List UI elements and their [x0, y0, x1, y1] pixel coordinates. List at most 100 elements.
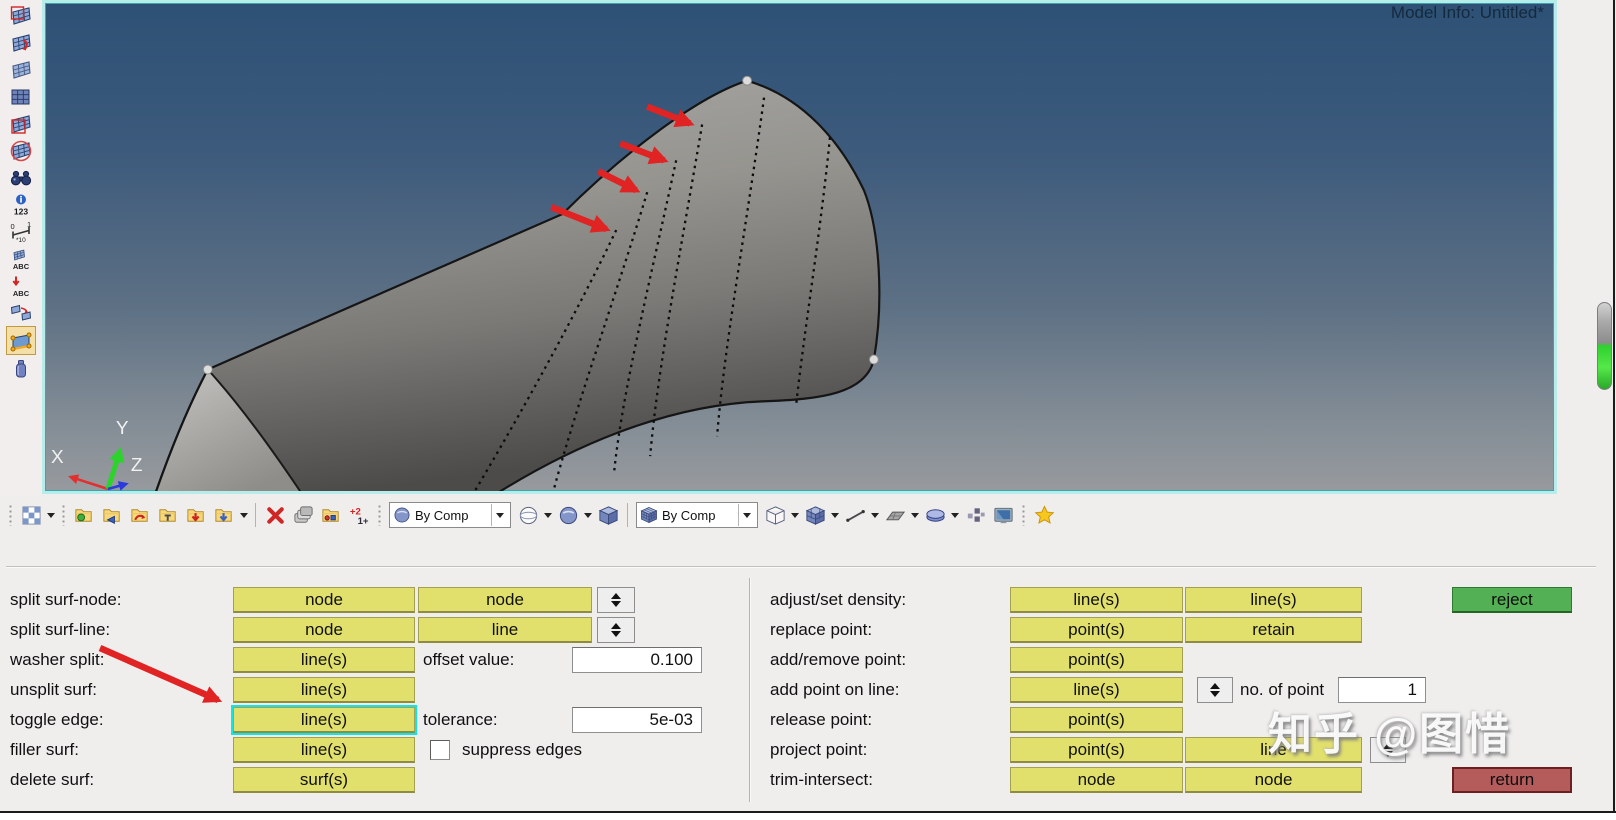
organize-icon[interactable]	[318, 502, 344, 528]
skin-surface-icon[interactable]	[6, 56, 36, 83]
save-as-icon[interactable]	[211, 502, 237, 528]
map-surfaces-icon[interactable]	[6, 299, 36, 326]
arrange-windows-icon[interactable]	[962, 502, 988, 528]
row-label: trim-intersect:	[770, 770, 873, 789]
label-grid-icon[interactable]: ABC	[6, 245, 36, 272]
trim-intersect-entity1-button[interactable]: node	[1010, 767, 1183, 793]
row-label: delete surf:	[10, 770, 95, 789]
window-margin-bottom	[0, 813, 1616, 820]
row-label: filler surf:	[10, 740, 79, 759]
renumber-icon[interactable]: +2 1+	[346, 502, 372, 528]
toolbar-grip[interactable]	[61, 504, 66, 526]
filler-surf-entity-button[interactable]: line(s)	[233, 737, 415, 763]
split-surf-node-entity2-button[interactable]: node	[418, 587, 592, 613]
split-surf-line-entity1-button[interactable]: node	[233, 617, 415, 643]
axis-z-label: Z	[131, 455, 143, 476]
model-scene: X Y Z	[51, 75, 881, 491]
favorites-star-icon[interactable]	[1031, 502, 1057, 528]
tolerance-input[interactable]: 5e-03	[572, 707, 702, 733]
assembly-dropdown-caret[interactable]	[831, 512, 839, 518]
file-dropdown-caret[interactable]	[240, 512, 248, 518]
save-icon[interactable]	[183, 502, 209, 528]
line-tool-icon[interactable]	[842, 502, 868, 528]
line-dropdown-caret[interactable]	[871, 512, 879, 518]
surface-create-icon[interactable]	[6, 29, 36, 56]
wirecube-dropdown-caret[interactable]	[791, 512, 799, 518]
toolbar-grip[interactable]	[1021, 504, 1026, 526]
replace-point-retain-button[interactable]: retain	[1185, 617, 1362, 643]
offset-value-input[interactable]: 0.100	[572, 647, 702, 673]
svg-text:0: 0	[11, 222, 15, 231]
shaded-dropdown-caret[interactable]	[584, 512, 592, 518]
adjust-density-entity1-button[interactable]: line(s)	[1010, 587, 1183, 613]
delete-icon[interactable]	[262, 502, 288, 528]
open-model-icon[interactable]	[71, 502, 97, 528]
project-point-entity1-button[interactable]: point(s)	[1010, 737, 1183, 763]
trim-intersect-entity2-button[interactable]: node	[1185, 767, 1362, 793]
selector-dropdown-caret[interactable]	[47, 512, 55, 518]
numbers-icon[interactable]: 123	[6, 191, 36, 218]
shaded-sphere-icon	[394, 507, 410, 523]
disc-dropdown-caret[interactable]	[951, 512, 959, 518]
surface-edit-frame-icon[interactable]	[6, 110, 36, 137]
assembly-cube-icon[interactable]	[802, 502, 828, 528]
screen-icon[interactable]	[990, 502, 1016, 528]
split-surf-node-toggle[interactable]	[597, 587, 635, 613]
plane-dropdown-caret[interactable]	[911, 512, 919, 518]
suppress-edges-checkbox[interactable]	[430, 740, 450, 760]
toggle-icon	[611, 593, 621, 599]
disc-tool-icon[interactable]	[922, 502, 948, 528]
split-surf-line-entity2-button[interactable]: line	[418, 617, 592, 643]
graphics-viewport[interactable]: X Y Z Model Info: Untitled*	[42, 0, 1557, 494]
components-icon[interactable]	[290, 502, 316, 528]
label-arrow-icon[interactable]: ABC	[6, 272, 36, 299]
component-combo-caret[interactable]	[738, 504, 755, 526]
find-binoculars-icon[interactable]	[6, 164, 36, 191]
split-surf-line-toggle[interactable]	[597, 617, 635, 643]
component-color-combo[interactable]: By Comp	[636, 502, 758, 528]
delete-surf-entity-button[interactable]: surf(s)	[233, 767, 415, 793]
wireframe-cube-icon[interactable]	[762, 502, 788, 528]
plane-tool-icon[interactable]	[882, 502, 908, 528]
level-slider[interactable]	[1597, 302, 1612, 390]
replace-point-entity1-button[interactable]: point(s)	[1010, 617, 1183, 643]
spline-surfaces-icon[interactable]	[6, 2, 36, 29]
add-remove-point-entity-button[interactable]: point(s)	[1010, 647, 1183, 673]
split-surf-node-entity1-button[interactable]: node	[233, 587, 415, 613]
svg-text:ABC: ABC	[13, 289, 30, 298]
shaded-sphere-icon[interactable]	[555, 502, 581, 528]
release-point-entity-button[interactable]: point(s)	[1010, 707, 1183, 733]
import-icon[interactable]	[99, 502, 125, 528]
window-border-right	[1613, 0, 1615, 813]
toolbar-grip[interactable]	[377, 504, 382, 526]
row-label: release point:	[770, 710, 873, 729]
reject-button[interactable]: reject	[1452, 587, 1572, 613]
solid-cube-icon[interactable]	[595, 502, 621, 528]
return-button[interactable]: return	[1452, 767, 1572, 793]
adjust-density-entity2-button[interactable]: line(s)	[1185, 587, 1362, 613]
load-icon[interactable]	[155, 502, 181, 528]
toggle-edge-entity-button[interactable]: line(s)	[231, 705, 417, 735]
mesh-surface-icon[interactable]	[6, 83, 36, 110]
display-combo-caret[interactable]	[491, 504, 508, 526]
wireframe-sphere-icon[interactable]	[515, 502, 541, 528]
washer-split-entity-button[interactable]: line(s)	[233, 647, 415, 673]
toolbar-grip[interactable]	[8, 504, 13, 526]
row-label: replace point:	[770, 620, 873, 639]
add-point-on-line-toggle[interactable]	[1197, 677, 1233, 703]
surface-edit-icon[interactable]	[6, 326, 36, 355]
row-label: project point:	[770, 740, 868, 759]
add-point-on-line-entity-button[interactable]: line(s)	[1010, 677, 1183, 703]
surface-circle-icon[interactable]	[6, 137, 36, 164]
watermark: 知乎 @图惜	[1268, 710, 1512, 759]
row-label: add point on line:	[770, 680, 900, 699]
no-of-points-label: no. of point	[1240, 680, 1325, 699]
solid-bottle-icon[interactable]	[6, 355, 36, 382]
measure-icon[interactable]: 0 1 *10	[6, 218, 36, 245]
wireframe-dropdown-caret[interactable]	[544, 512, 552, 518]
export-icon[interactable]	[127, 502, 153, 528]
display-mode-combo[interactable]: By Comp	[389, 502, 511, 528]
unsplit-surf-entity-button[interactable]: line(s)	[233, 677, 415, 703]
panel-divider	[749, 578, 751, 802]
selector-pattern-icon[interactable]	[18, 502, 44, 528]
